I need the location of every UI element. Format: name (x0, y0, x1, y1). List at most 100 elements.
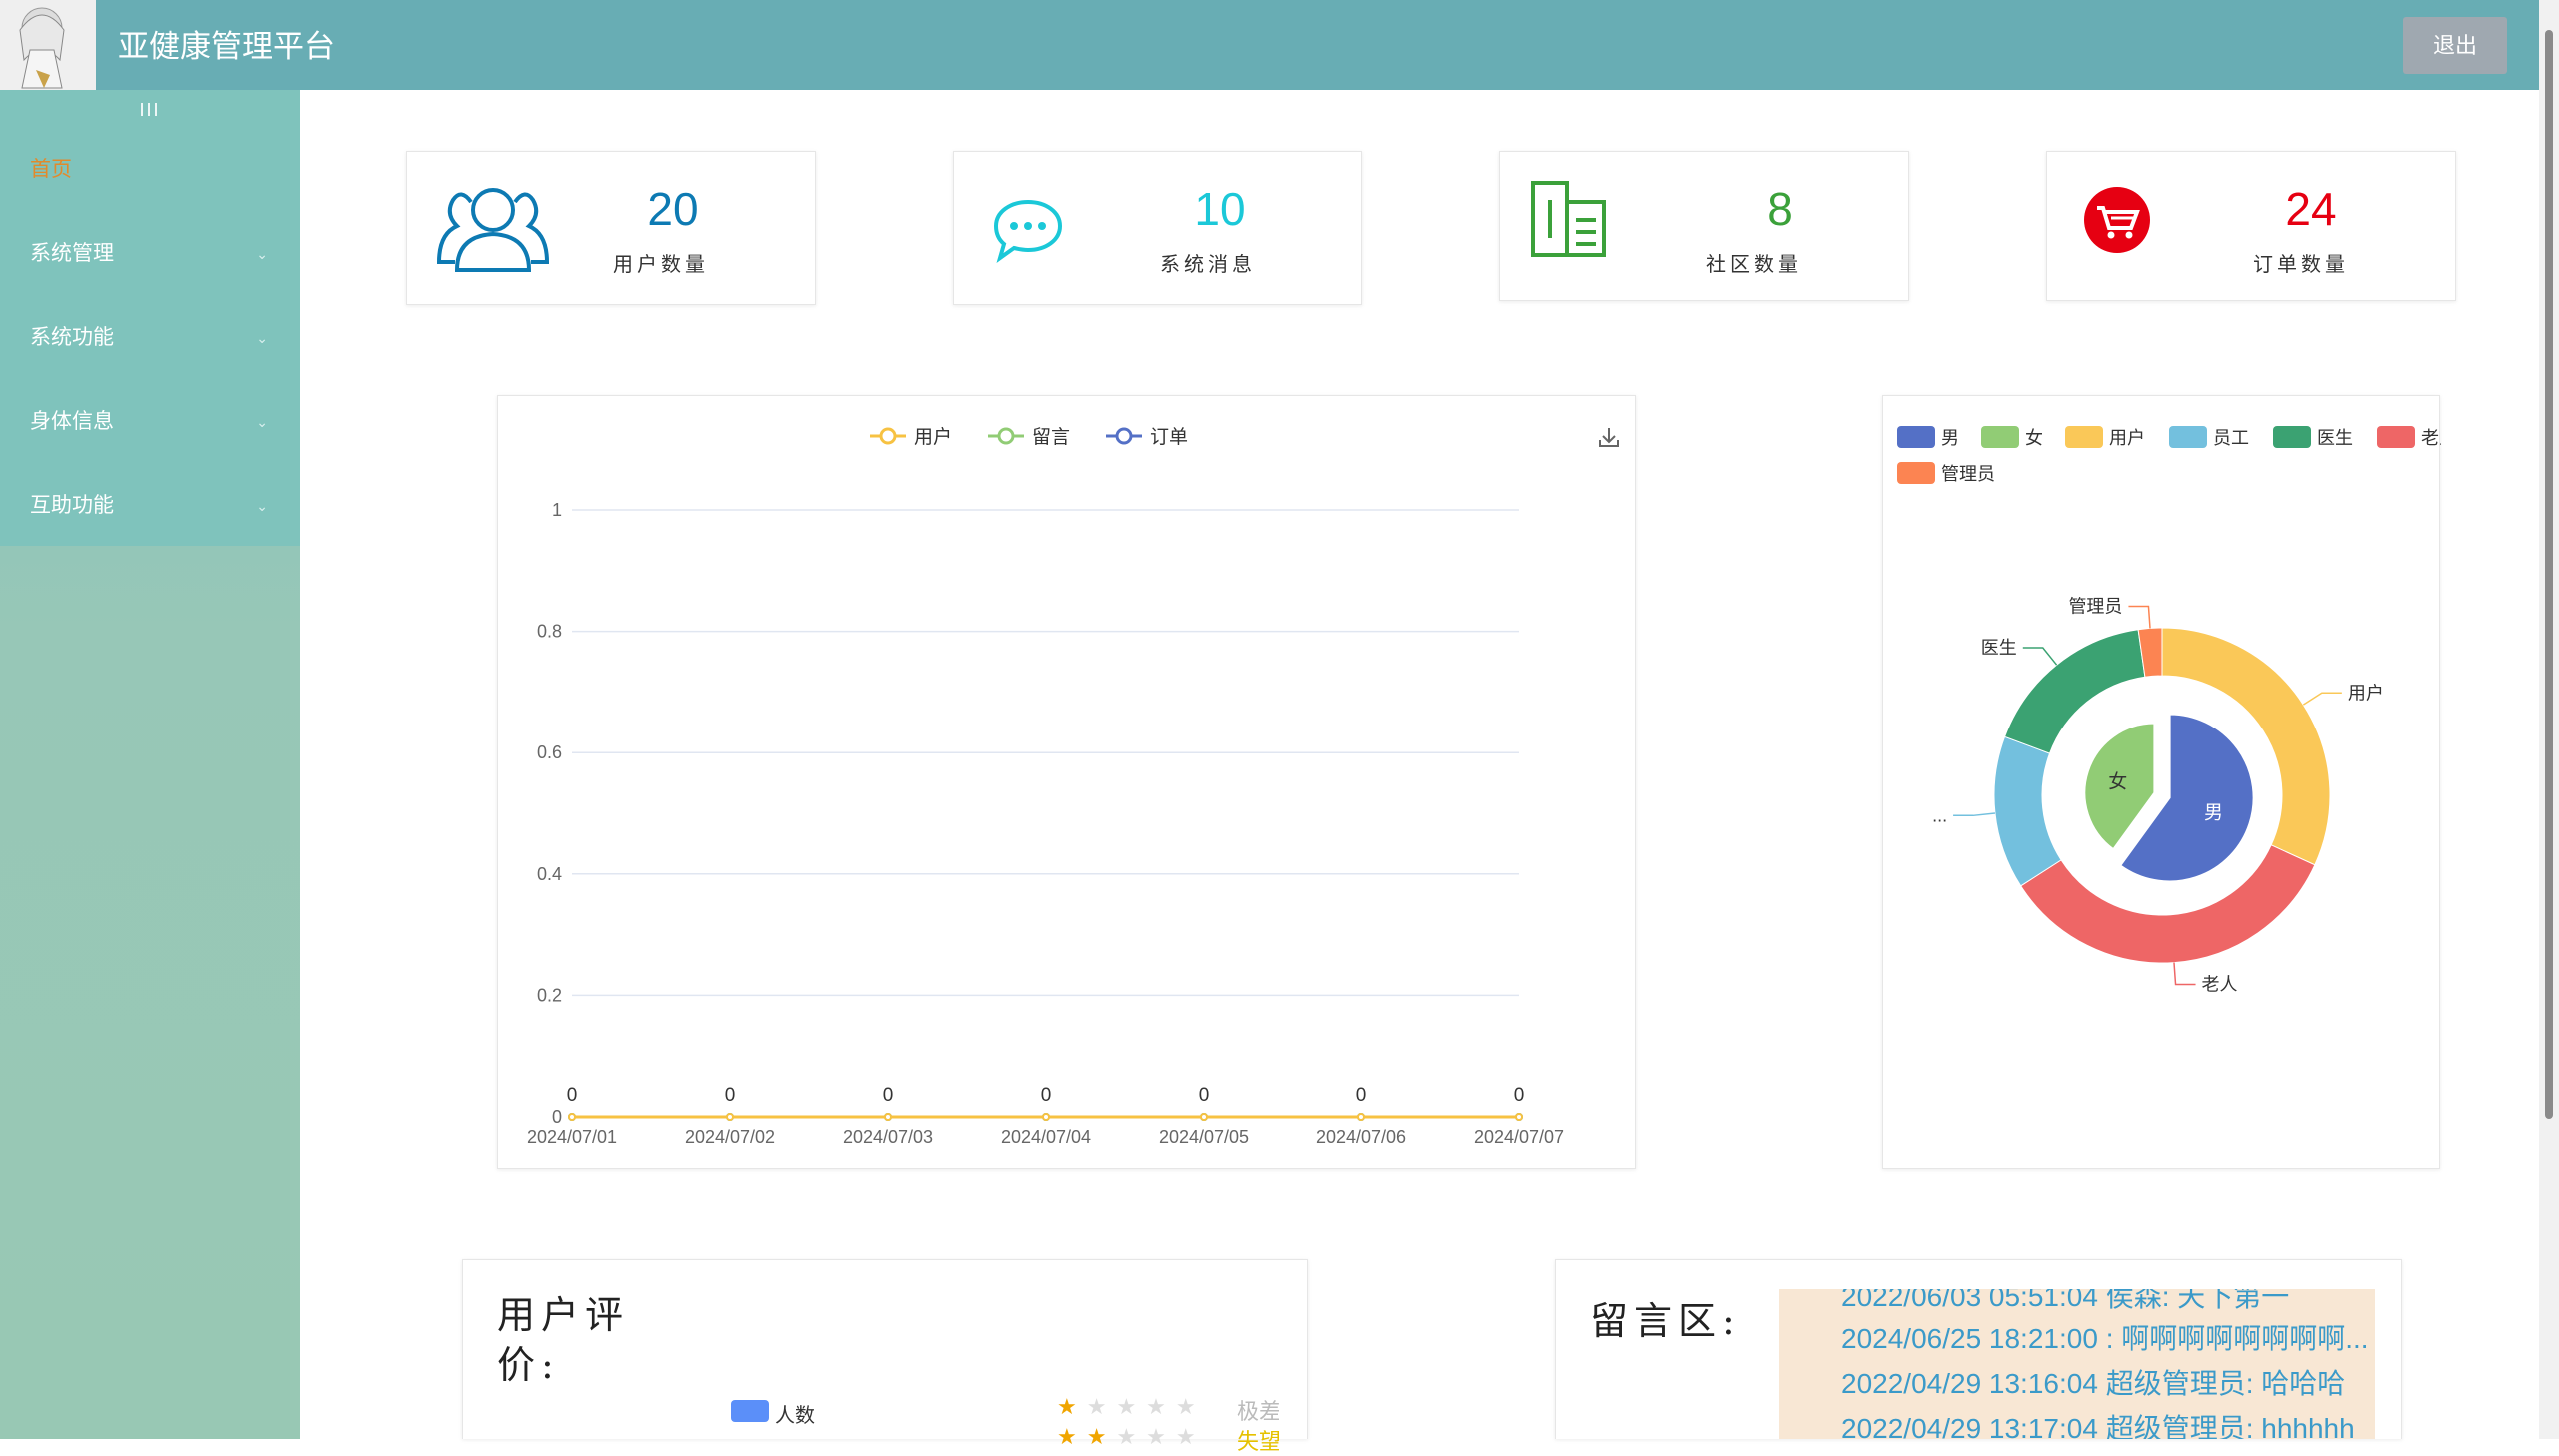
chat-bubble-icon (992, 196, 1064, 269)
legend-label: 女 (2025, 428, 2043, 448)
x-tick-label: 2024/07/07 (1474, 1127, 1564, 1147)
legend-swatch (731, 1400, 769, 1422)
top-header: 亚健康管理平台 退出 (0, 0, 2559, 90)
legend-label: 用户 (914, 426, 952, 448)
line-chart: 用户 留言 订单 0 0.2 0.4 0.6 0.8 1 2024/07/01 2024/07/… (527, 426, 1619, 1147)
logout-button[interactable]: 退出 (2403, 17, 2507, 74)
data-point (1357, 1113, 1365, 1121)
label-leader-line (1953, 812, 1996, 817)
sidebar-menu: III 首页 系统管理 ⌄ 系统功能 ⌄ 身体信息 ⌄ 互助功能 ⌄ (0, 90, 300, 546)
stat-card-communities[interactable]: 8 社区数量 (1499, 151, 1909, 301)
rating-label: 极差 (1237, 1399, 1281, 1424)
legend-swatch (2169, 426, 2207, 448)
legend-marker (1115, 427, 1133, 445)
stat-card-messages[interactable]: 10 系统消息 (953, 151, 1362, 305)
rating-title: 用户评价: (497, 1293, 630, 1387)
cart-icon (2083, 186, 2151, 259)
legend-swatch (2273, 426, 2311, 448)
data-label: 0 (1356, 1085, 1367, 1106)
legend-label: 医生 (2317, 428, 2353, 448)
legend-swatch (2065, 426, 2103, 448)
sidebar-item-label: 首页 (30, 158, 72, 181)
sidebar-item-mutual-help[interactable]: 互助功能 ⌄ (0, 464, 300, 548)
data-label: 0 (725, 1085, 736, 1106)
app-title: 亚健康管理平台 (118, 29, 335, 64)
sidebar-item-body-info[interactable]: 身体信息 ⌄ (0, 380, 300, 464)
sidebar-item-system-functions[interactable]: 系统功能 ⌄ (0, 296, 300, 380)
stat-label: 系统消息 (1160, 252, 1256, 276)
data-label: 0 (883, 1085, 894, 1106)
columns-icon (1530, 180, 1610, 265)
legend-swatch (1897, 462, 1935, 484)
message-item: 2024/06/25 18:21:00 : 啊啊啊啊啊啊啊啊... (1841, 1323, 2369, 1354)
y-tick-label: 0.2 (537, 985, 562, 1005)
legend-marker (879, 427, 897, 445)
rating-label: 失望 (1237, 1429, 1281, 1454)
legend-swatch (1897, 426, 1935, 448)
message-item: 2022/04/29 13:16:04 超级管理员: 哈哈哈 (1841, 1368, 2346, 1399)
sidebar-item-system-management[interactable]: 系统管理 ⌄ (0, 212, 300, 296)
chevron-down-icon: ⌄ (256, 498, 268, 514)
scrollbar-thumb[interactable] (2545, 30, 2553, 1119)
chevron-down-icon: ⌄ (256, 246, 268, 262)
data-point (568, 1113, 576, 1121)
outer-slice-label: 管理员 (2068, 596, 2122, 616)
users-icon (435, 178, 551, 283)
message-title: 留言区: (1590, 1299, 1741, 1343)
inner-slice-label: 男 (2204, 803, 2223, 824)
rating-panel: 用户评价: 人数 ★★★★★ 极差 ★★★★★ 失望 (462, 1259, 1308, 1454)
sidebar-item-label: 互助功能 (30, 494, 114, 517)
stat-label: 社区数量 (1706, 252, 1802, 276)
stat-value: 8 (1767, 183, 1793, 235)
label-leader-line (2022, 647, 2058, 666)
legend-label: 订单 (1150, 426, 1188, 448)
label-leader-line (2128, 605, 2151, 629)
legend-swatch (1981, 426, 2019, 448)
x-tick-label: 2024/07/04 (1001, 1127, 1091, 1147)
pie-chart: 男女用户员工医生老人管理员 男女用户老人...医生管理员 (1897, 426, 2457, 995)
stat-card-users[interactable]: 20 用户数量 (406, 151, 816, 305)
collapse-menu-button[interactable]: III (0, 90, 300, 128)
star-rating-row: ★★★★★ (1057, 1424, 1206, 1449)
x-tick-label: 2024/07/01 (527, 1127, 617, 1147)
data-label: 0 (567, 1085, 578, 1106)
stat-label: 订单数量 (2253, 252, 2349, 276)
sidebar: III 首页 系统管理 ⌄ 系统功能 ⌄ 身体信息 ⌄ 互助功能 ⌄ (0, 90, 300, 1439)
data-point (884, 1113, 892, 1121)
data-point (1200, 1113, 1208, 1121)
stat-value: 10 (1194, 183, 1246, 235)
data-point (1042, 1113, 1050, 1121)
legend-swatch (2377, 426, 2415, 448)
download-icon[interactable] (1599, 428, 1619, 447)
sidebar-item-label: 身体信息 (30, 410, 114, 433)
legend-label: 人数 (775, 1405, 815, 1427)
label-leader-line (2173, 962, 2196, 986)
legend-label: 用户 (2109, 428, 2145, 448)
sidebar-item-label: 系统功能 (30, 326, 114, 349)
sidebar-item-home[interactable]: 首页 (0, 128, 300, 212)
y-tick-label: 0.8 (537, 622, 562, 642)
star-rating-row: ★★★★★ (1057, 1394, 1206, 1419)
x-tick-label: 2024/07/03 (843, 1127, 933, 1147)
stat-card-orders[interactable]: 24 订单数量 (2046, 151, 2456, 301)
pie-chart-panel: 男女用户员工医生老人管理员 男女用户老人...医生管理员 (1882, 395, 2457, 1169)
y-tick-label: 0.6 (537, 742, 562, 762)
message-list[interactable]: 2022/06/03 05:51:04 侯森: 天下第一 2024/06/25 … (1779, 1289, 2375, 1439)
data-label: 0 (1514, 1085, 1525, 1106)
legend-label: 老人 (2421, 428, 2441, 448)
chevron-down-icon: ⌄ (256, 330, 268, 346)
x-tick-label: 2024/07/05 (1159, 1127, 1249, 1147)
page-scrollbar[interactable] (2539, 0, 2559, 1439)
data-point (726, 1113, 734, 1121)
message-item: 2022/04/29 13:17:04 超级管理员: hhhhhh (1841, 1413, 2355, 1439)
label-leader-line (2302, 692, 2342, 706)
line-chart-panel: 用户 留言 订单 0 0.2 0.4 0.6 0.8 1 2024/07/01 2024/07/… (497, 395, 1636, 1169)
y-tick-label: 1 (552, 500, 562, 520)
avatar[interactable] (0, 0, 96, 90)
stat-label: 用户数量 (613, 252, 709, 276)
y-tick-label: 0 (552, 1107, 562, 1127)
sidebar-item-label: 系统管理 (30, 242, 114, 265)
data-label: 0 (1041, 1085, 1052, 1106)
outer-slice-label: 医生 (1981, 638, 2017, 658)
legend-marker (997, 427, 1015, 445)
